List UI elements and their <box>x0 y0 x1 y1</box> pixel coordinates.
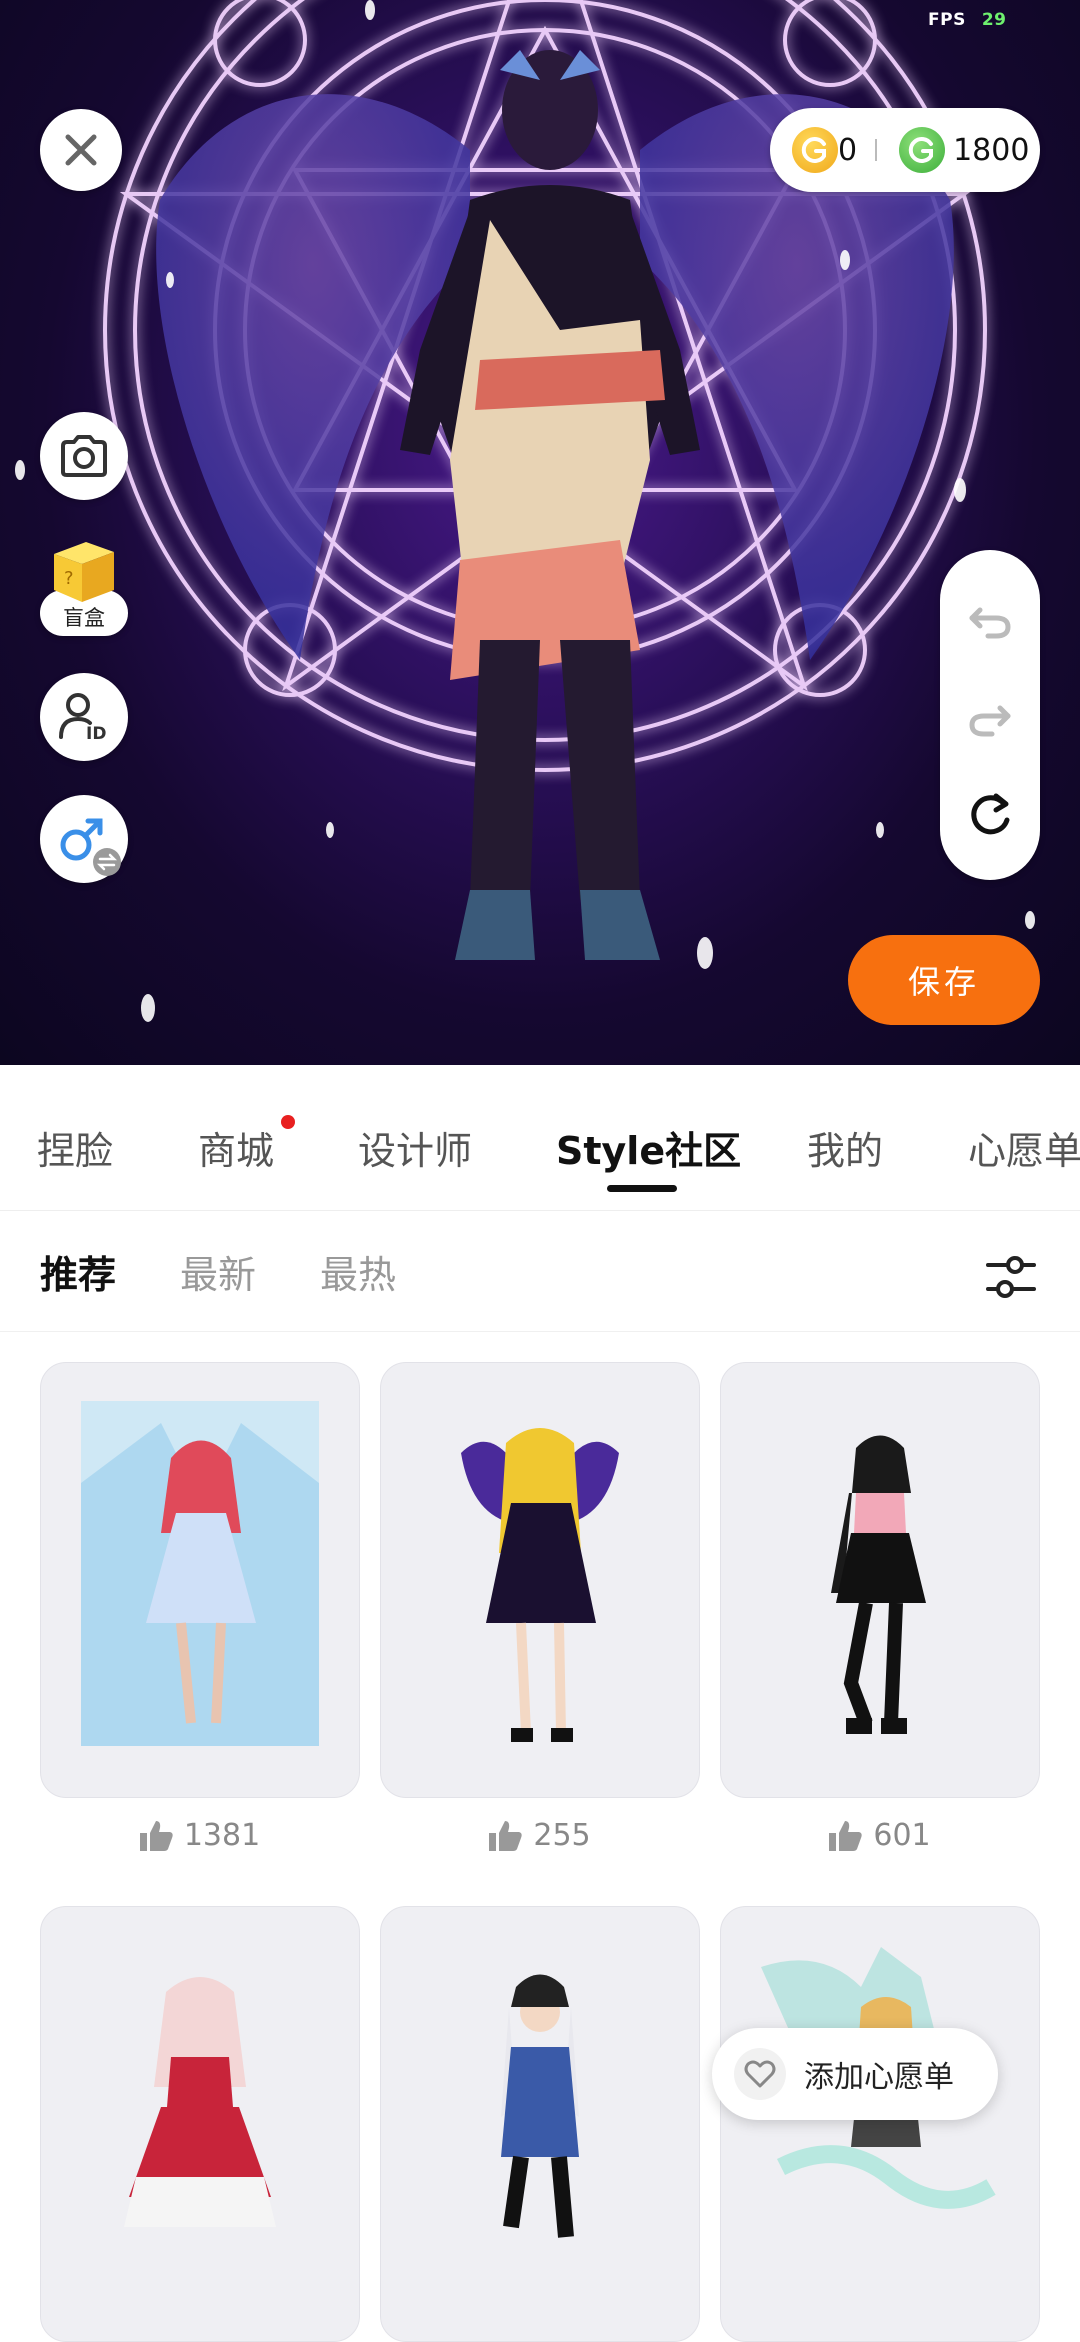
outfit-card[interactable] <box>720 1362 1040 1798</box>
gold-coin-icon <box>792 127 838 173</box>
outfit-card[interactable] <box>40 1362 360 1798</box>
thumbs-up-icon <box>829 1820 863 1851</box>
svg-text:?: ? <box>64 568 74 589</box>
subtab-latest[interactable]: 最新 <box>180 1244 256 1299</box>
blind-box-icon: ? <box>54 542 114 602</box>
avatar-preview[interactable]: FPS 29 0 1800 ? 盲盒 ID 保存 <box>0 0 1080 1065</box>
outfit-card[interactable] <box>380 1362 700 1798</box>
outfit-thumbnail <box>461 1428 619 1742</box>
store-notification-dot <box>281 1115 295 1129</box>
tab-store[interactable]: 商城 <box>198 1120 274 1175</box>
like-number: 255 <box>533 1818 591 1853</box>
outfit-card[interactable] <box>720 1906 1040 2342</box>
fps-counter: FPS 29 <box>928 10 1007 30</box>
tab-face[interactable]: 捏脸 <box>37 1120 113 1175</box>
subtab-hottest[interactable]: 最热 <box>320 1244 396 1299</box>
currency-bar: 0 1800 <box>770 108 1040 192</box>
like-count[interactable]: 255 <box>380 1818 698 1853</box>
like-count[interactable]: 601 <box>720 1818 1038 1853</box>
filter-icon[interactable] <box>985 1251 1037 1303</box>
blind-box-label: 盲盒 <box>63 606 105 630</box>
green-coin-icon <box>899 127 946 173</box>
outfit-card[interactable] <box>40 1906 360 2342</box>
heart-icon <box>734 2048 786 2100</box>
sub-tab-bar: 推荐 最新 最热 <box>0 1211 1080 1332</box>
reset-icon[interactable] <box>966 790 1014 838</box>
save-button[interactable]: 保存 <box>848 935 1040 1025</box>
thumbs-up-icon <box>489 1820 523 1851</box>
main-tab-bar: 捏脸 商城 设计师 Style社区 我的 心愿单 <box>0 1065 1080 1211</box>
undo-icon[interactable] <box>966 594 1014 642</box>
redo-icon[interactable] <box>966 692 1014 740</box>
fps-value: 29 <box>981 10 1007 30</box>
blind-box-button[interactable]: ? 盲盒 <box>40 536 128 640</box>
tab-style-community[interactable]: Style社区 <box>556 1120 741 1175</box>
close-icon <box>65 134 97 166</box>
currency-divider <box>875 139 878 161</box>
avatar-id-button[interactable]: ID <box>40 673 128 761</box>
camera-button[interactable] <box>40 412 128 500</box>
outfit-thumbnail <box>761 1947 996 2209</box>
tab-designer[interactable]: 设计师 <box>358 1120 472 1175</box>
svg-text:ID: ID <box>86 724 106 743</box>
wishlist-label: 添加心愿单 <box>804 2060 954 2095</box>
history-panel <box>940 550 1040 880</box>
outfit-thumbnail <box>81 1401 319 1746</box>
subtab-recommended[interactable]: 推荐 <box>40 1244 116 1299</box>
gold-balance: 0 <box>838 132 858 168</box>
camera-icon <box>61 435 107 477</box>
outfit-card[interactable] <box>380 1906 700 2342</box>
thumbs-up-icon <box>139 1820 173 1851</box>
outfit-thumbnail <box>831 1435 926 1734</box>
add-to-wishlist-button[interactable]: 添加心愿单 <box>712 2028 998 2120</box>
green-balance: 1800 <box>953 132 1030 168</box>
gender-switch-button[interactable] <box>40 795 128 883</box>
like-number: 601 <box>873 1818 931 1853</box>
fps-label: FPS <box>928 10 966 30</box>
close-button[interactable] <box>40 109 122 191</box>
outfit-thumbnail <box>124 1977 276 2227</box>
tab-mine[interactable]: 我的 <box>807 1120 883 1175</box>
tab-wishlist[interactable]: 心愿单 <box>968 1120 1080 1175</box>
outfit-thumbnail <box>501 1974 579 2238</box>
user-id-icon: ID <box>59 693 106 743</box>
active-tab-indicator <box>607 1185 677 1192</box>
like-count[interactable]: 1381 <box>40 1818 358 1853</box>
like-number: 1381 <box>183 1818 261 1853</box>
swap-icon <box>93 848 121 876</box>
